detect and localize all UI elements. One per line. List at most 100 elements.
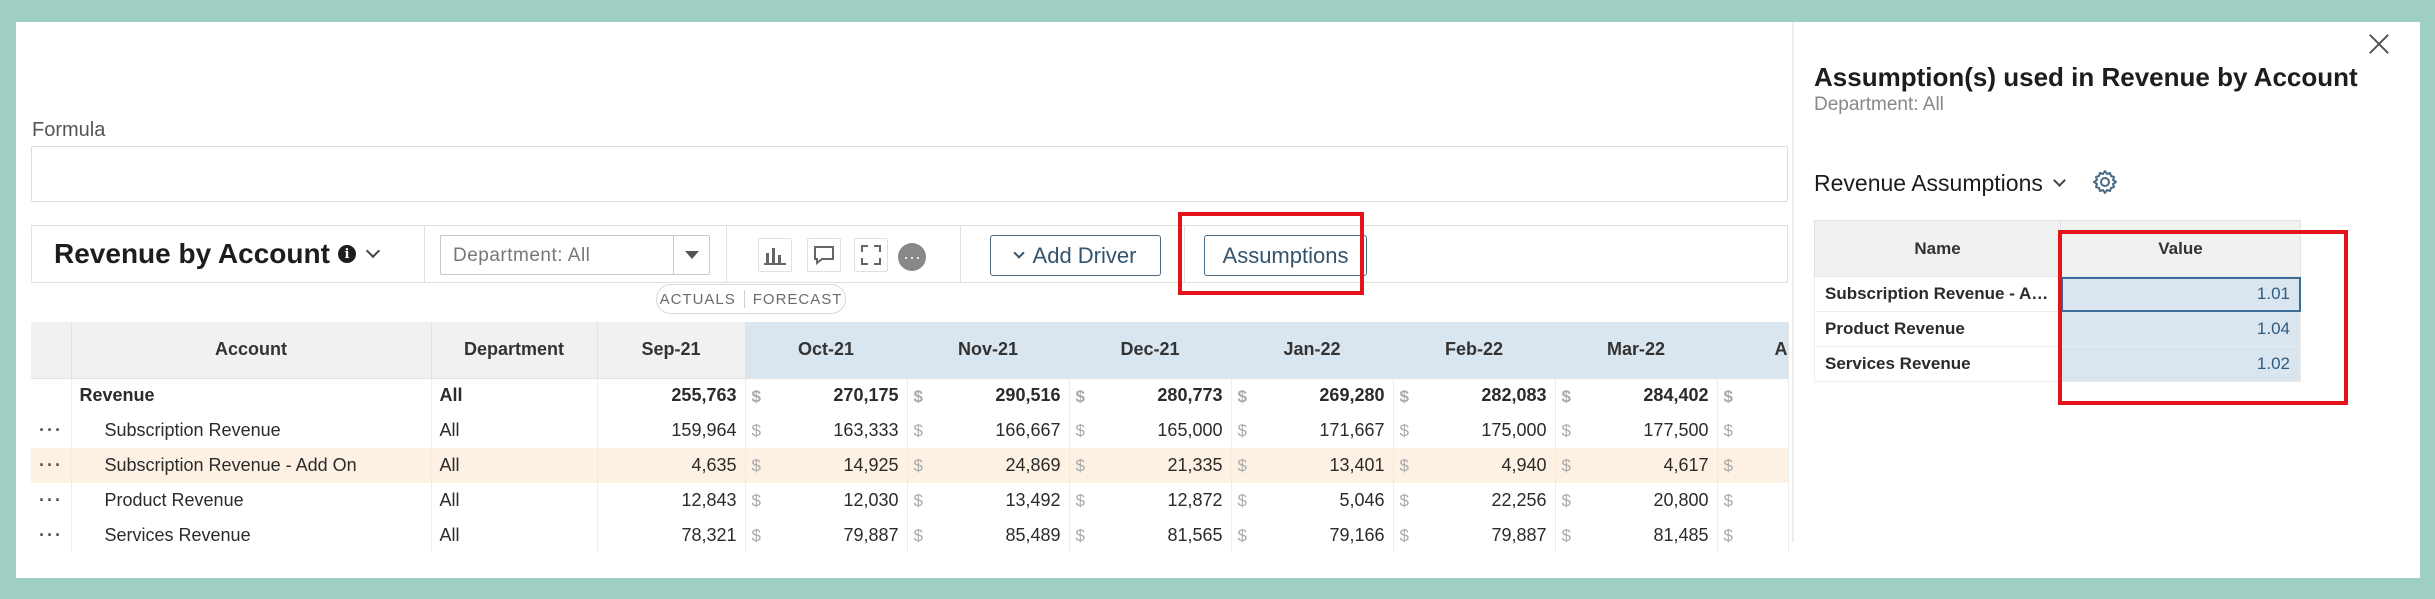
value-cell[interactable]: $85,489 [907, 518, 1070, 553]
revenue-assumptions-dropdown[interactable]: Revenue Assumptions [1814, 170, 2066, 197]
department-cell: All [431, 483, 598, 518]
header-jan-22[interactable]: Jan-22 [1231, 322, 1394, 379]
header-oct-21[interactable]: Oct-21 [745, 322, 908, 379]
header-dec-21[interactable]: Dec-21 [1069, 322, 1232, 379]
actuals-forecast-toggle[interactable]: ACTUALS FORECAST [656, 284, 846, 314]
value-cell[interactable]: $20,800 [1555, 483, 1718, 518]
value-cell[interactable]: $290,516 [907, 378, 1070, 413]
value-cell[interactable]: $ [1717, 448, 1789, 483]
value-text: 4,940 [1501, 455, 1547, 475]
value-cell[interactable]: $269,280 [1231, 378, 1394, 413]
value-cell[interactable]: $14,925 [745, 448, 908, 483]
value-cell[interactable]: $ [1717, 483, 1789, 518]
header-feb-22[interactable]: Feb-22 [1393, 322, 1556, 379]
row-menu-icon[interactable]: ··· [31, 448, 72, 483]
dropdown-arrow-icon[interactable] [673, 236, 709, 274]
add-driver-button[interactable]: Add Driver [990, 235, 1161, 276]
header-account[interactable]: Account [71, 322, 432, 379]
currency-symbol: $ [1561, 421, 1571, 440]
value-cell[interactable]: $12,872 [1069, 483, 1232, 518]
department-select-value: Department: All [453, 245, 591, 266]
value-cell[interactable]: $4,940 [1393, 448, 1556, 483]
row-menu-icon[interactable] [31, 378, 72, 413]
chevron-down-icon [2052, 174, 2066, 187]
value-cell[interactable]: 159,964 [597, 413, 746, 448]
header-department[interactable]: Department [431, 322, 598, 379]
value-cell[interactable]: $79,887 [1393, 518, 1556, 553]
row-menu-icon[interactable]: ··· [31, 483, 72, 518]
value-cell[interactable]: $79,166 [1231, 518, 1394, 553]
table-row[interactable]: ··· Product Revenue All 12,843 $12,030 $13,49… [31, 483, 1789, 518]
header-sep-21[interactable]: Sep-21 [597, 322, 746, 379]
currency-symbol: $ [1399, 421, 1409, 440]
header-mar-22[interactable]: Mar-22 [1555, 322, 1718, 379]
value-cell[interactable]: $175,000 [1393, 413, 1556, 448]
value-cell[interactable]: $ [1717, 413, 1789, 448]
value-cell[interactable]: $81,485 [1555, 518, 1718, 553]
toolbar-divider [960, 226, 961, 282]
table-row[interactable]: Revenue All 255,763 $270,175 $290,516 $280,77… [31, 378, 1789, 413]
assumption-name: Subscription Revenue - Ad... [1814, 276, 2061, 312]
formula-input[interactable] [31, 146, 1788, 202]
assumption-name: Services Revenue [1814, 346, 2061, 382]
value-cell[interactable]: $24,869 [907, 448, 1070, 483]
comment-icon[interactable] [807, 238, 841, 272]
info-icon[interactable]: i [337, 245, 356, 263]
value-cell[interactable]: $4,617 [1555, 448, 1718, 483]
value-cell[interactable]: $177,500 [1555, 413, 1718, 448]
row-menu-icon[interactable]: ··· [31, 518, 72, 553]
chart-icon[interactable] [758, 238, 792, 272]
value-cell[interactable]: 12,843 [597, 483, 746, 518]
panel-subtitle: Department: All [1814, 94, 1944, 115]
fullscreen-icon[interactable] [854, 238, 888, 272]
value-cell[interactable]: $165,000 [1069, 413, 1232, 448]
value-cell[interactable]: $166,667 [907, 413, 1070, 448]
value-cell[interactable]: $270,175 [745, 378, 908, 413]
account-cell: Subscription Revenue - Add On [71, 448, 432, 483]
value-cell[interactable]: $21,335 [1069, 448, 1232, 483]
header-apr-22[interactable]: A [1717, 322, 1789, 379]
department-cell: All [431, 518, 598, 553]
currency-symbol: $ [1723, 491, 1733, 510]
department-select[interactable]: Department: All [440, 235, 710, 275]
value-cell[interactable]: $13,401 [1231, 448, 1394, 483]
more-options-icon[interactable]: ··· [898, 243, 926, 271]
value-text: 20,800 [1653, 490, 1709, 510]
currency-symbol: $ [1075, 421, 1085, 440]
chevron-down-icon[interactable] [365, 243, 380, 259]
value-text: 24,869 [1005, 455, 1061, 475]
table-row[interactable]: ··· Subscription Revenue All 159,964 $163,33… [31, 413, 1789, 448]
report-title[interactable]: Revenue by Account i [54, 238, 380, 270]
value-cell[interactable]: $284,402 [1555, 378, 1718, 413]
header-nov-21[interactable]: Nov-21 [907, 322, 1070, 379]
table-row[interactable]: ··· Services Revenue All 78,321 $79,887 $85,4… [31, 518, 1789, 553]
value-cell[interactable]: $13,492 [907, 483, 1070, 518]
value-cell[interactable]: 255,763 [597, 378, 746, 413]
value-cell[interactable]: 4,635 [597, 448, 746, 483]
value-cell[interactable]: $22,256 [1393, 483, 1556, 518]
close-icon[interactable] [2368, 33, 2390, 55]
value-text: 270,175 [833, 385, 899, 406]
value-cell[interactable]: $163,333 [745, 413, 908, 448]
value-cell[interactable]: $81,565 [1069, 518, 1232, 553]
value-cell[interactable]: $171,667 [1231, 413, 1394, 448]
value-cell[interactable]: $79,887 [745, 518, 908, 553]
value-cell[interactable]: $5,046 [1231, 483, 1394, 518]
panel-title: Assumption(s) used in Revenue by Account [1814, 62, 2358, 92]
currency-symbol: $ [1723, 526, 1733, 545]
value-cell[interactable]: $280,773 [1069, 378, 1232, 413]
table-row[interactable]: ··· Subscription Revenue - Add On All 4,635… [31, 448, 1789, 483]
value-cell[interactable]: $ [1717, 378, 1789, 413]
chevron-down-icon [1012, 246, 1025, 259]
row-menu-icon[interactable]: ··· [31, 413, 72, 448]
header-name[interactable]: Name [1814, 220, 2061, 277]
value-cell[interactable]: $ [1717, 518, 1789, 553]
value-cell[interactable]: $12,030 [745, 483, 908, 518]
currency-symbol: $ [913, 456, 923, 475]
value-cell[interactable]: $282,083 [1393, 378, 1556, 413]
assumption-name: Product Revenue [1814, 311, 2061, 347]
value-text: 5,046 [1339, 490, 1385, 510]
report-toolbar: Revenue by Account i Department: All ··· [31, 225, 1788, 283]
value-cell[interactable]: 78,321 [597, 518, 746, 553]
gear-icon[interactable] [2092, 169, 2118, 195]
